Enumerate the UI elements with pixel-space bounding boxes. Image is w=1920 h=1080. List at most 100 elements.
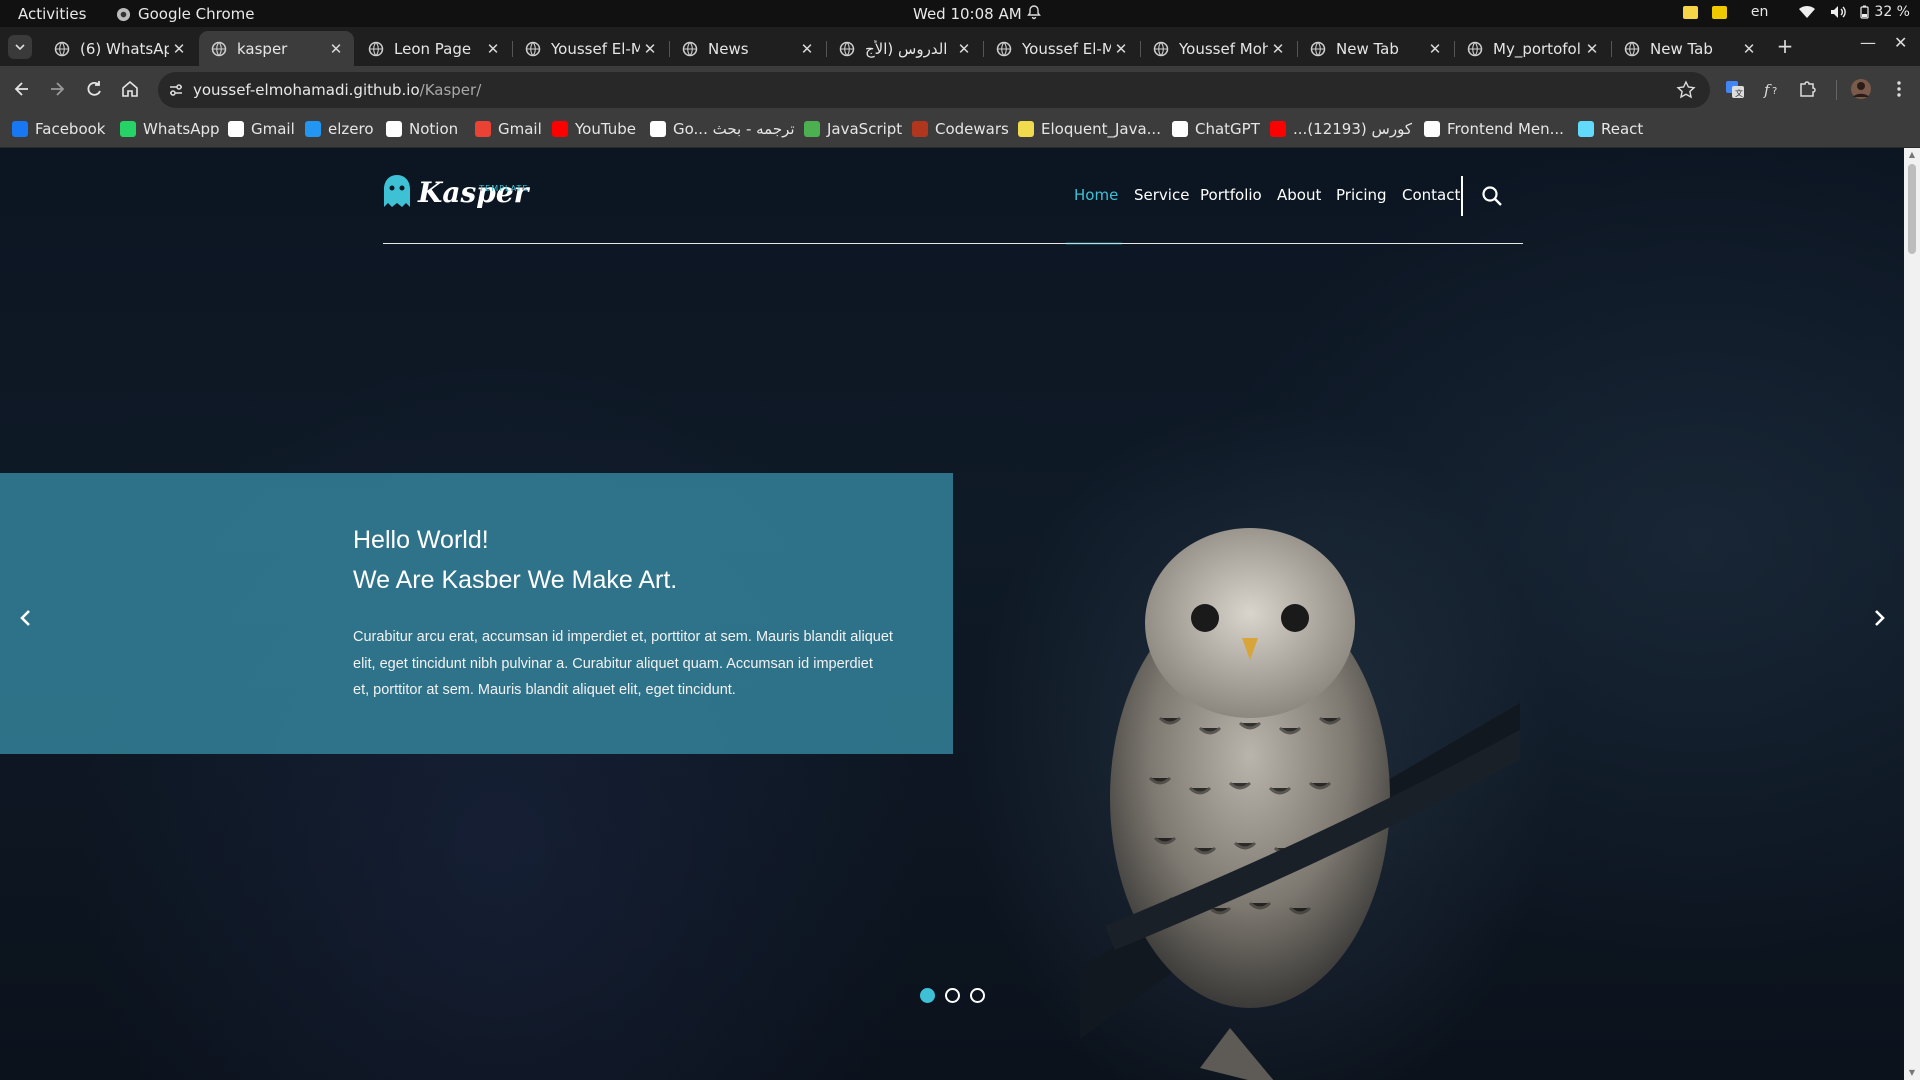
tab-title: News <box>708 39 749 58</box>
scroll-down-icon[interactable]: ▼ <box>1907 1068 1917 1078</box>
url-text[interactable]: youssef-elmohamadi.github.io/Kasper/ <box>193 81 481 99</box>
home-icon[interactable] <box>120 79 140 99</box>
bookmark-label: React <box>1601 120 1644 138</box>
nav-link-portfolio[interactable]: Portfolio <box>1200 186 1262 204</box>
tab-6[interactable]: Youssef El-M ✕ <box>984 31 1139 66</box>
tab-0[interactable]: (6) WhatsApp✕ <box>42 31 197 66</box>
slider-prev-button[interactable] <box>11 603 41 633</box>
bookmark-13[interactable]: Frontend Men... <box>1424 120 1564 138</box>
minimize-icon[interactable]: — <box>1860 33 1876 52</box>
page-scrollbar[interactable]: ▲ ▼ <box>1904 148 1920 1080</box>
forward-icon[interactable] <box>47 79 67 99</box>
sticky-notes-icon[interactable] <box>1682 5 1698 19</box>
bookmark-5[interactable]: Gmail <box>475 120 542 138</box>
back-icon[interactable] <box>12 79 32 99</box>
system-tray: en 32 % <box>1682 4 1910 20</box>
nav-link-contact[interactable]: Contact <box>1402 186 1460 204</box>
hero-title-line2: We Are Kasber We Make Art. <box>353 566 678 594</box>
slider-next-button[interactable] <box>1864 603 1894 633</box>
tab-10[interactable]: New Tab ✕ <box>1612 31 1767 66</box>
address-bar[interactable]: youssef-elmohamadi.github.io/Kasper/ <box>158 72 1710 108</box>
bookmark-10[interactable]: Eloquent_Java... <box>1018 120 1161 138</box>
nav-link-service[interactable]: Service <box>1134 186 1189 204</box>
scroll-up-icon[interactable]: ▲ <box>1907 150 1917 160</box>
tab-search-button[interactable] <box>8 35 32 59</box>
bookmark-14[interactable]: React <box>1578 120 1643 138</box>
tab-close-icon[interactable]: ✕ <box>954 40 974 58</box>
browser-toolbar: youssef-elmohamadi.github.io/Kasper/ 文 f… <box>0 66 1920 113</box>
close-window-icon[interactable]: ✕ <box>1894 33 1907 52</box>
site-info-icon[interactable] <box>166 80 186 100</box>
gmail-icon <box>475 121 491 137</box>
more-menu-icon[interactable] <box>1888 78 1910 100</box>
new-tab-button[interactable]: + <box>1774 35 1796 57</box>
bookmark-1[interactable]: WhatsApp <box>120 120 220 138</box>
tab-close-icon[interactable]: ✕ <box>1268 40 1288 58</box>
slider-dot-2[interactable] <box>945 988 960 1003</box>
volume-icon[interactable] <box>1830 5 1847 19</box>
bell-icon[interactable] <box>1026 4 1042 20</box>
wifi-icon[interactable] <box>1798 5 1816 19</box>
slider-dot-1[interactable] <box>920 988 935 1003</box>
globe-icon <box>839 41 855 56</box>
bookmark-7[interactable]: Go... ترجمه - بحث <box>650 120 795 138</box>
tab-close-icon[interactable]: ✕ <box>326 40 346 58</box>
bookmark-0[interactable]: Facebook <box>12 120 105 138</box>
tab-title: الدروس (الأج <box>865 39 948 58</box>
slider-dots <box>920 988 985 1003</box>
tab-close-icon[interactable]: ✕ <box>640 40 660 58</box>
tab-9[interactable]: My_portofol ✕ <box>1455 31 1610 66</box>
bookmark-8[interactable]: JavaScript <box>804 120 902 138</box>
tab-3[interactable]: Youssef El-M ✕ <box>513 31 668 66</box>
bookmark-2[interactable]: Gmail <box>228 120 295 138</box>
tab-close-icon[interactable]: ✕ <box>797 40 817 58</box>
language-indicator[interactable]: en <box>1751 4 1769 20</box>
notes-icon[interactable] <box>1711 5 1727 19</box>
slider-dot-3[interactable] <box>970 988 985 1003</box>
svg-text:文: 文 <box>1735 88 1743 98</box>
activities-button[interactable]: Activities <box>18 5 86 23</box>
bookmark-12[interactable]: ...كورس (12193) <box>1270 120 1412 138</box>
search-icon[interactable] <box>1481 185 1503 207</box>
facebook-icon <box>12 121 28 137</box>
bookmark-star-icon[interactable] <box>1676 80 1696 100</box>
extensions-puzzle-icon[interactable] <box>1796 78 1818 100</box>
react-icon <box>1578 121 1594 137</box>
scrollbar-thumb[interactable] <box>1908 164 1916 254</box>
tab-close-icon[interactable]: ✕ <box>1425 40 1445 58</box>
tab-8[interactable]: New Tab ✕ <box>1298 31 1453 66</box>
tab-2[interactable]: Leon Page ✕ <box>356 31 511 66</box>
tab-close-icon[interactable]: ✕ <box>1739 40 1759 58</box>
tab-close-icon[interactable]: ✕ <box>483 40 503 58</box>
tab-close-icon[interactable]: ✕ <box>169 40 189 58</box>
tab-1[interactable]: kasper ✕ <box>199 31 354 66</box>
font-extension-icon[interactable]: f? <box>1760 78 1782 100</box>
bookmark-4[interactable]: Notion <box>386 120 458 138</box>
tab-5[interactable]: الدروس (الأج ✕ <box>827 31 982 66</box>
globe-icon <box>996 41 1012 56</box>
bookmark-3[interactable]: elzero <box>305 120 374 138</box>
reload-icon[interactable] <box>84 79 104 99</box>
globe-icon <box>368 41 384 56</box>
nav-link-home[interactable]: Home <box>1074 186 1118 204</box>
profile-avatar-icon[interactable] <box>1850 78 1872 100</box>
site-logo[interactable]: Kasper TEMPLATE <box>382 174 528 208</box>
battery-indicator[interactable]: 32 % <box>1860 4 1910 20</box>
tab-7[interactable]: Youssef Moh ✕ <box>1141 31 1296 66</box>
bookmark-9[interactable]: Codewars <box>912 120 1009 138</box>
tab-4[interactable]: News ✕ <box>670 31 825 66</box>
tab-close-icon[interactable]: ✕ <box>1582 40 1602 58</box>
clock[interactable]: Wed 10:08 AM <box>913 5 1022 23</box>
chevron-right-icon <box>1875 610 1885 626</box>
app-menu[interactable]: Google Chrome <box>116 5 255 23</box>
tab-close-icon[interactable]: ✕ <box>1111 40 1131 58</box>
bookmark-6[interactable]: YouTube <box>552 120 636 138</box>
bookmark-label: JavaScript <box>827 120 903 138</box>
bookmark-11[interactable]: ChatGPT <box>1172 120 1260 138</box>
youtube-icon <box>552 121 568 137</box>
tab-separator <box>983 41 984 57</box>
google-translate-icon[interactable]: 文 <box>1724 78 1746 100</box>
nav-link-pricing[interactable]: Pricing <box>1336 186 1387 204</box>
nav-link-about[interactable]: About <box>1277 186 1321 204</box>
tab-separator <box>1611 41 1612 57</box>
